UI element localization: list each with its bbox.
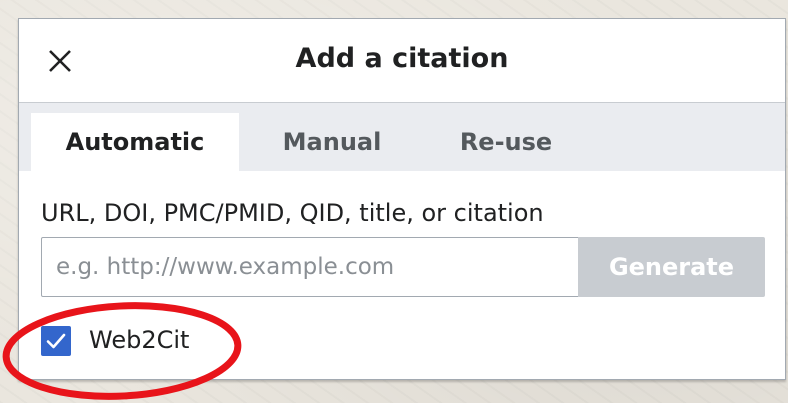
tab-reuse[interactable]: Re-use: [431, 113, 581, 171]
tab-manual[interactable]: Manual: [257, 113, 407, 171]
source-input[interactable]: [41, 237, 579, 297]
generate-button[interactable]: Generate: [578, 237, 765, 297]
source-field-label: URL, DOI, PMC/PMID, QID, title, or citat…: [41, 199, 544, 227]
web2cit-label: Web2Cit: [89, 326, 190, 354]
dialog-title: Add a citation: [295, 43, 509, 74]
dialog-header: Add a citation: [19, 19, 785, 103]
check-icon: [46, 333, 66, 349]
tab-automatic[interactable]: Automatic: [31, 113, 239, 171]
citation-dialog: Add a citation Automatic Manual Re-use U…: [18, 18, 786, 380]
tab-bar: Automatic Manual Re-use: [19, 103, 785, 171]
web2cit-checkbox[interactable]: [41, 326, 71, 356]
